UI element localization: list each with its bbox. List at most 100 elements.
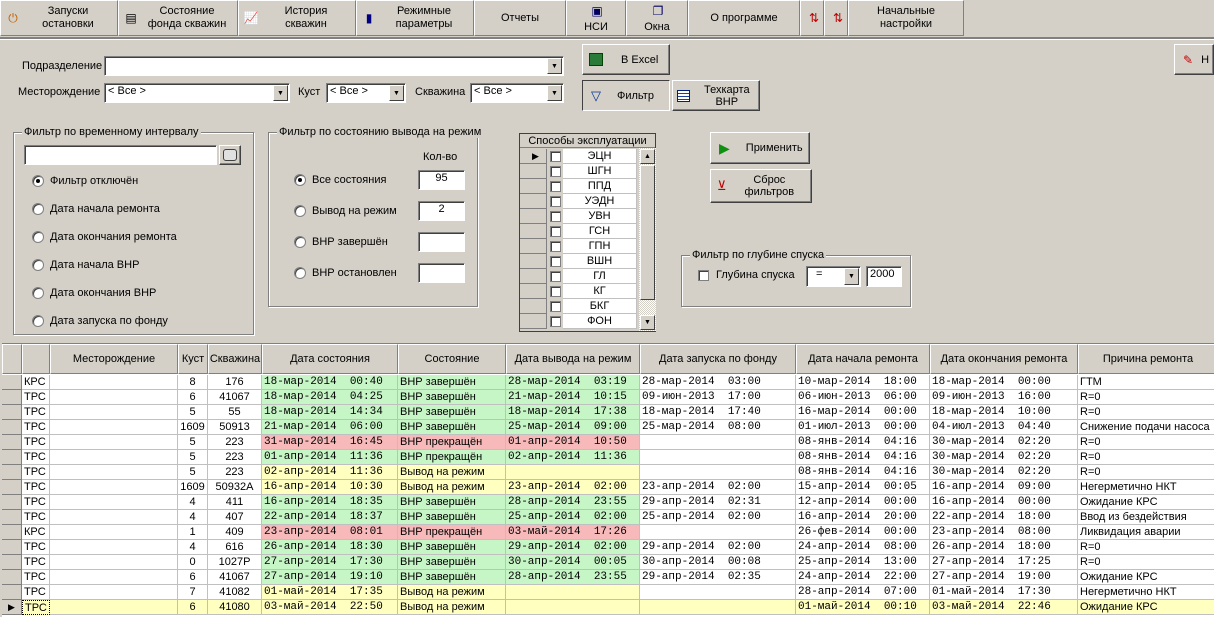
- method-checkbox[interactable]: [550, 316, 561, 327]
- well-header[interactable]: Скважина: [208, 344, 262, 374]
- well-fund-state-button[interactable]: ▤ Состояние фонда скважин: [118, 0, 238, 36]
- depth-value-input[interactable]: 2000: [866, 266, 902, 287]
- method-checkbox[interactable]: [550, 301, 561, 312]
- code-header[interactable]: [22, 344, 50, 374]
- depth-operator-select[interactable]: = ▼: [806, 266, 861, 287]
- state-date-header[interactable]: Дата состояния: [262, 344, 398, 374]
- state-header[interactable]: Состояние: [398, 344, 506, 374]
- chevron-down-icon[interactable]: ▼: [389, 85, 404, 101]
- method-row[interactable]: ППД: [520, 179, 657, 194]
- method-checkbox[interactable]: [550, 181, 561, 192]
- chevron-down-icon[interactable]: ▼: [273, 85, 288, 101]
- scroll-up-icon[interactable]: ▲: [640, 149, 655, 164]
- scroll-thumb[interactable]: [640, 165, 655, 300]
- method-row[interactable]: УВН: [520, 209, 657, 224]
- reports-button[interactable]: Отчеты: [474, 0, 566, 36]
- method-checkbox[interactable]: [550, 196, 561, 207]
- method-checkbox[interactable]: [550, 256, 561, 267]
- table-row[interactable]: ТРС 4 407 22-апр-2014 18:37 ВНР завершён 25-а…: [2, 510, 1214, 525]
- time-option[interactable]: Дата запуска по фонду: [32, 315, 168, 327]
- state-option[interactable]: ВНР завершён: [294, 236, 388, 248]
- repair-reason-header[interactable]: Причина ремонта: [1078, 344, 1214, 374]
- podrazdelenie-select[interactable]: ▼: [104, 56, 564, 76]
- method-row[interactable]: КГ: [520, 284, 657, 299]
- starts-stops-button[interactable]: ⏻ Запуски остановки: [0, 0, 118, 36]
- table-row[interactable]: КРС 8 176 18-мар-2014 00:40 ВНР завершён 28-м…: [2, 375, 1214, 390]
- method-row[interactable]: ГСН: [520, 224, 657, 239]
- data-grid[interactable]: Месторождение Куст Скважина Дата состояния С…: [2, 343, 1214, 617]
- radio-icon[interactable]: [32, 203, 44, 215]
- filter-button[interactable]: ▽ Фильтр: [582, 80, 670, 111]
- state-option[interactable]: Все состояния: [294, 174, 386, 186]
- time-option[interactable]: Дата окончания ВНР: [32, 287, 156, 299]
- table-row[interactable]: ТРС 5 55 18-мар-2014 14:34 ВНР завершён 18-ма…: [2, 405, 1214, 420]
- radio-icon[interactable]: [32, 259, 44, 271]
- radio-icon[interactable]: [294, 174, 306, 186]
- chevron-down-icon[interactable]: ▼: [844, 268, 859, 285]
- time-interval-button[interactable]: [219, 145, 241, 165]
- time-option[interactable]: Дата окончания ремонта: [32, 231, 177, 243]
- radio-icon[interactable]: [32, 315, 44, 327]
- table-row[interactable]: ТРС 1609 50932А 16-апр-2014 10:30 Вывод на р…: [2, 480, 1214, 495]
- mestorozhdenie-select[interactable]: < Все > ▼: [104, 83, 290, 103]
- scroll-down-icon[interactable]: ▼: [640, 315, 655, 330]
- method-row[interactable]: ГЛ: [520, 269, 657, 284]
- method-checkbox[interactable]: [550, 211, 561, 222]
- sort-desc-button[interactable]: ⇅: [824, 0, 848, 36]
- time-interval-input[interactable]: [24, 145, 217, 165]
- method-row[interactable]: УЭДН: [520, 194, 657, 209]
- table-row[interactable]: ТРС 5 223 01-апр-2014 11:36 ВНР прекращён 02-…: [2, 450, 1214, 465]
- time-option[interactable]: Дата начала ВНР: [32, 259, 139, 271]
- method-checkbox[interactable]: [550, 286, 561, 297]
- table-row[interactable]: ТРС 4 616 26-апр-2014 18:30 ВНР завершён 29-а…: [2, 540, 1214, 555]
- radio-icon[interactable]: [294, 205, 306, 217]
- windows-button[interactable]: ❐ Окна: [626, 0, 688, 36]
- table-row[interactable]: ТРС 6 41067 18-мар-2014 04:25 ВНР завершён 21…: [2, 390, 1214, 405]
- mode-params-button[interactable]: ▮ Режимные параметры: [356, 0, 474, 36]
- table-row[interactable]: ТРС 0 1027Р 27-апр-2014 17:30 ВНР завершён 30…: [2, 555, 1214, 570]
- apply-button[interactable]: ▶ Применить: [710, 132, 810, 164]
- radio-icon[interactable]: [32, 231, 44, 243]
- fund-start-header[interactable]: Дата запуска по фонду: [640, 344, 796, 374]
- vnr-date-header[interactable]: Дата вывода на режим: [506, 344, 640, 374]
- chevron-down-icon[interactable]: ▼: [547, 58, 562, 74]
- table-row[interactable]: ▶ ТРС 6 41080 03-май-2014 22:50 Вывод на режи…: [2, 600, 1214, 615]
- about-button[interactable]: О программе: [688, 0, 800, 36]
- exploitation-methods-list[interactable]: Способы эксплуатации ▶ ЭЦН ШГН ППД УЭДН УВН ГС…: [519, 133, 656, 332]
- kust-header[interactable]: Куст: [178, 344, 208, 374]
- method-row[interactable]: ВШН: [520, 254, 657, 269]
- skvazhina-select[interactable]: < Все > ▼: [470, 83, 564, 103]
- repair-end-header[interactable]: Дата окончания ремонта: [930, 344, 1078, 374]
- radio-icon[interactable]: [32, 175, 44, 187]
- table-row[interactable]: ТРС 5 223 02-апр-2014 11:36 Вывод на режим 08…: [2, 465, 1214, 480]
- reset-filters-button[interactable]: ⊻ Сброс фильтров: [710, 169, 812, 203]
- chevron-down-icon[interactable]: ▼: [547, 85, 562, 101]
- field-header[interactable]: Месторождение: [50, 344, 178, 374]
- time-option[interactable]: Фильтр отключён: [32, 175, 138, 187]
- repair-start-header[interactable]: Дата начала ремонта: [796, 344, 930, 374]
- radio-icon[interactable]: [294, 236, 306, 248]
- kust-select[interactable]: < Все > ▼: [326, 83, 406, 103]
- indicator-header[interactable]: [2, 344, 22, 374]
- method-checkbox[interactable]: [550, 151, 561, 162]
- method-row[interactable]: ГПН: [520, 239, 657, 254]
- method-row[interactable]: БКГ: [520, 299, 657, 314]
- table-row[interactable]: ТРС 5 223 31-мар-2014 16:45 ВНР прекращён 01-…: [2, 435, 1214, 450]
- radio-icon[interactable]: [294, 267, 306, 279]
- table-row[interactable]: ТРС 1609 50913 21-мар-2014 06:00 ВНР завершё…: [2, 420, 1214, 435]
- initial-settings-button[interactable]: Начальные настройки: [848, 0, 964, 36]
- method-row[interactable]: ФОН: [520, 314, 657, 329]
- nsi-button[interactable]: ▣ НСИ: [566, 0, 626, 36]
- method-checkbox[interactable]: [550, 241, 561, 252]
- method-row[interactable]: ШГН: [520, 164, 657, 179]
- method-checkbox[interactable]: [550, 271, 561, 282]
- table-row[interactable]: ТРС 6 41067 27-апр-2014 19:10 ВНР завершён 28…: [2, 570, 1214, 585]
- depth-checkbox[interactable]: [698, 270, 709, 281]
- well-history-button[interactable]: 📈 История скважин: [238, 0, 356, 36]
- method-checkbox[interactable]: [550, 226, 561, 237]
- table-row[interactable]: ТРС 4 411 16-апр-2014 18:35 ВНР завершён 28-а…: [2, 495, 1214, 510]
- techcard-button[interactable]: Техкарта ВНР: [672, 80, 760, 111]
- table-row[interactable]: ТРС 7 41082 01-май-2014 17:35 Вывод на режим…: [2, 585, 1214, 600]
- state-option[interactable]: ВНР остановлен: [294, 267, 397, 279]
- radio-icon[interactable]: [32, 287, 44, 299]
